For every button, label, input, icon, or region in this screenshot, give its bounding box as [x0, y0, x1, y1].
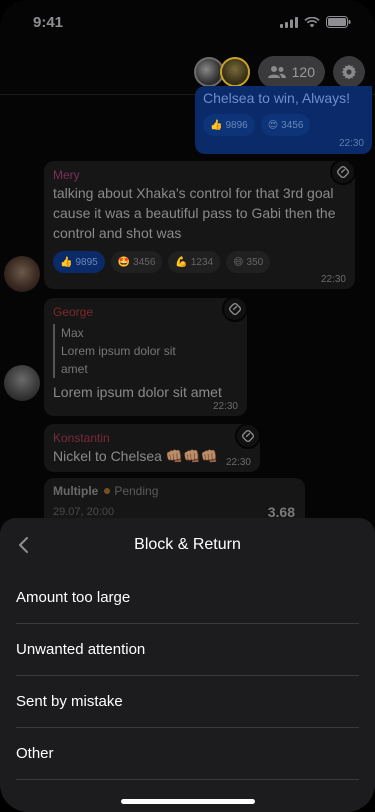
quote-text: Lorem ipsum dolor sit	[61, 344, 176, 358]
block-return-sheet: Block & Return Amount too large Unwanted…	[0, 518, 375, 812]
reaction-emoji: 👍	[60, 256, 73, 268]
reaction-count: 9895	[75, 256, 98, 268]
message-bubble-konstantin[interactable]: Konstantin Nickel to Chelsea 👊🏽👊🏽👊🏽 22:3…	[44, 424, 260, 472]
message-text: talking about Xhaka's control for that 3…	[53, 185, 336, 241]
reaction-emoji: 😍	[267, 119, 279, 131]
message-text: Chelsea to win, Always!	[203, 90, 351, 106]
reaction-chip[interactable]: 😍 3456	[260, 114, 311, 136]
status-icons	[280, 16, 351, 28]
reaction-count: 350	[246, 256, 264, 268]
option-unwanted-attention[interactable]: Unwanted attention	[16, 624, 359, 676]
reaction-emoji: 😄	[233, 256, 244, 268]
back-button[interactable]	[10, 532, 36, 558]
tag-icon	[228, 302, 242, 316]
reaction-list: 👍 9895 🤩 3456 💪 1234 😄 350	[53, 251, 346, 273]
bet-date: 29.07, 20:00	[53, 506, 115, 518]
message-time: 22:30	[320, 274, 346, 285]
member-count: 120	[291, 64, 315, 80]
users-icon	[267, 66, 286, 78]
pending-dot	[104, 488, 111, 494]
option-other[interactable]: Other	[16, 728, 359, 780]
tag-button[interactable]	[235, 423, 261, 449]
wifi-icon	[304, 16, 320, 27]
tag-icon	[336, 165, 350, 179]
sheet-title: Block & Return	[134, 536, 241, 553]
tag-button[interactable]	[222, 296, 248, 322]
gear-icon	[341, 64, 357, 80]
message-time: 22:30	[212, 401, 238, 412]
reaction-chip[interactable]: 💪 1234	[168, 251, 221, 273]
reaction-list: 👍 9896 😍 3456	[203, 114, 364, 136]
tag-button[interactable]	[330, 159, 356, 185]
message-text: Nickel to Chelsea 👊🏽👊🏽👊🏽	[53, 448, 219, 464]
quote-author: Max	[61, 326, 84, 340]
own-message-bubble[interactable]: Chelsea to win, Always! 👍 9896 😍 3456 22…	[195, 86, 372, 154]
message-time: 22:30	[338, 138, 364, 149]
reaction-chip[interactable]: 👍 9896	[203, 114, 255, 136]
message-bubble-mery[interactable]: Mery talking about Xhaka's control for t…	[44, 161, 355, 289]
tag-icon	[241, 429, 255, 443]
sender-name: George	[53, 305, 94, 319]
sender-name: Mery	[53, 168, 80, 182]
bet-header: Multiple Pending	[53, 484, 296, 498]
quoted-message[interactable]: Max Lorem ipsum dolor sit amet	[53, 324, 238, 378]
avatar[interactable]	[4, 256, 40, 292]
bet-type: Multiple	[53, 484, 99, 498]
member-count-button[interactable]: 120	[257, 56, 325, 88]
option-amount-too-large[interactable]: Amount too large	[16, 572, 359, 624]
avatar[interactable]	[4, 365, 40, 401]
quote-text: amet	[61, 362, 88, 376]
reaction-count: 3456	[133, 256, 156, 268]
option-sent-by-mistake[interactable]: Sent by mistake	[16, 676, 359, 728]
reaction-emoji: 👍	[210, 119, 223, 131]
status-bar: 9:41	[0, 0, 375, 44]
reaction-emoji: 🤩	[117, 256, 131, 268]
participant-avatars[interactable]	[193, 57, 250, 87]
message-time: 22:30	[225, 457, 251, 468]
reaction-chip[interactable]: 🤩 3456	[110, 251, 163, 273]
home-indicator	[120, 799, 255, 804]
phone-screen: 9:41 120 Chelsea to win, Always! 👍 9896 …	[0, 0, 375, 812]
reaction-count: 3456	[281, 119, 304, 131]
bet-status-label: Pending	[114, 484, 159, 498]
sheet-header: Block & Return	[0, 518, 375, 572]
status-time: 9:41	[33, 13, 64, 31]
sender-name: Konstantin	[53, 431, 110, 445]
battery-icon	[326, 16, 351, 28]
message-bubble-george[interactable]: George Max Lorem ipsum dolor sit amet Lo…	[44, 298, 247, 416]
message-text: Lorem ipsum dolor sit amet	[53, 384, 222, 400]
settings-button[interactable]	[333, 56, 365, 88]
chat-header: 120	[193, 56, 365, 88]
reaction-chip[interactable]: 👍 9895	[53, 251, 105, 273]
avatar	[219, 57, 250, 87]
signal-icon	[280, 16, 298, 28]
reaction-count: 1234	[190, 256, 214, 268]
reaction-emoji: 💪	[175, 256, 188, 268]
reaction-count: 9896	[225, 119, 248, 131]
bet-status: Pending	[104, 484, 158, 498]
chevron-left-icon	[19, 537, 28, 553]
reaction-chip[interactable]: 😄 350	[226, 251, 271, 273]
